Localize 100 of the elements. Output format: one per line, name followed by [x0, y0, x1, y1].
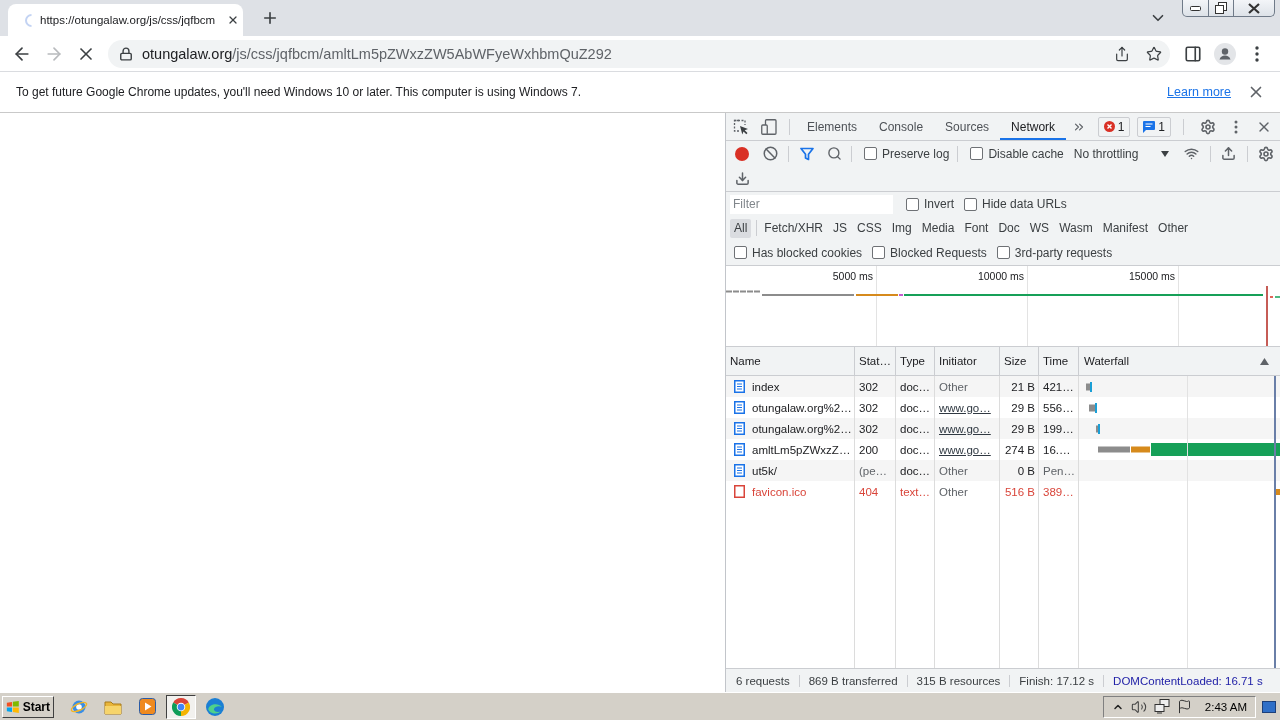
checkbox-label[interactable]: 3rd-party requests — [1014, 245, 1113, 260]
column-header[interactable]: Type — [896, 347, 935, 375]
type-filter-button[interactable]: Fetch/XHR — [760, 218, 828, 238]
error-count-button[interactable]: 1 — [1097, 116, 1131, 137]
checkbox-label[interactable]: Disable cache — [988, 146, 1064, 161]
checkbox[interactable] — [996, 246, 1010, 259]
flag-icon — [1176, 699, 1192, 714]
request-name[interactable]: favicon.ico — [752, 485, 807, 498]
initiator-link[interactable]: www.go… — [939, 401, 991, 414]
checkbox-label[interactable]: Has blocked cookies — [752, 245, 863, 260]
table-cell: text… — [896, 481, 935, 502]
side-panel-icon — [1184, 44, 1202, 63]
inspect-icon — [733, 118, 749, 135]
panel-tab[interactable]: Console — [868, 113, 935, 140]
download-icon — [734, 171, 750, 186]
close-icon — [1248, 2, 1260, 14]
folder-icon — [104, 698, 122, 715]
settings-icon — [1257, 145, 1274, 162]
menu-icon — [1234, 119, 1238, 134]
play-icon — [138, 698, 156, 715]
checkbox[interactable] — [906, 197, 919, 211]
status-text: 869 B transferred — [799, 674, 908, 687]
request-name[interactable]: ut5k/ — [752, 464, 777, 477]
waterfall-bar — [1086, 381, 1092, 392]
message-count-button[interactable]: 1 — [1137, 116, 1171, 137]
tick-label: 10000 ms — [977, 270, 1024, 282]
wifi-icon — [1184, 146, 1200, 161]
filter-icon — [800, 146, 814, 161]
checkbox[interactable] — [970, 147, 984, 160]
column-header[interactable]: Time — [1039, 347, 1079, 375]
start-logo-icon — [6, 699, 20, 714]
waterfall-bar — [1096, 423, 1100, 434]
checkbox-label[interactable]: Blocked Requests — [890, 245, 987, 260]
loading-spinner-icon — [25, 13, 32, 27]
type-filter-button[interactable]: All — [730, 218, 752, 238]
panel-tab[interactable]: Sources — [934, 113, 1001, 140]
tab-title: https://otungalaw.org/js/css/jqfbcm — [40, 14, 217, 26]
status-text: 315 B resources — [907, 674, 1011, 687]
waterfall-bar — [1089, 402, 1097, 413]
checkbox[interactable] — [864, 147, 877, 160]
type-filter-button[interactable]: JS — [829, 218, 852, 238]
initiator-link[interactable]: www.go… — [939, 422, 991, 435]
search-icon — [826, 146, 842, 161]
taskbar-app-button[interactable] — [166, 694, 196, 719]
start-button[interactable]: Start — [2, 695, 54, 718]
request-name[interactable]: otungalaw.org%2… — [752, 422, 852, 435]
plus-icon — [261, 9, 279, 27]
table-cell: 389… — [1039, 481, 1079, 502]
network-icon — [1153, 699, 1170, 714]
checkbox-label[interactable]: Invert — [924, 197, 954, 211]
type-filter-button[interactable]: Wasm — [1055, 218, 1097, 238]
share-icon — [1114, 45, 1130, 62]
table-cell: 404 — [855, 481, 896, 502]
column-header[interactable]: Waterfall — [1079, 347, 1280, 375]
star-icon — [1146, 45, 1162, 62]
throttling-select[interactable]: No throttling — [1071, 141, 1175, 166]
type-filter-button[interactable]: Img — [887, 218, 916, 238]
column-header[interactable]: Initiator — [935, 347, 1000, 375]
desktop-icon — [1262, 700, 1276, 713]
device-icon — [761, 118, 777, 135]
tick-label: 15000 ms — [1128, 270, 1175, 282]
type-filter-button[interactable]: WS — [1025, 218, 1054, 238]
infobar-message: To get future Google Chrome updates, you'll need Windows 10 or later. This computer is using Windows 7. — [16, 85, 582, 99]
type-filter-button[interactable]: Other — [1154, 218, 1193, 238]
menu-icon — [1255, 45, 1259, 62]
filter-field[interactable]: Filter — [730, 194, 893, 214]
checkbox[interactable] — [964, 197, 977, 211]
clock: 2:43 AM — [1204, 700, 1247, 713]
avatar-icon — [1214, 42, 1236, 65]
sort-arrow-icon — [1260, 357, 1269, 365]
status-text: Finish: 17.12 s — [1010, 674, 1105, 687]
checkbox-label[interactable]: Hide data URLs — [982, 197, 1067, 211]
learn-more-link[interactable]: Learn more — [1167, 85, 1231, 99]
settings-icon — [1200, 118, 1216, 135]
restore-icon — [1215, 2, 1227, 14]
status-text: 6 requests — [726, 674, 800, 687]
type-filter-button[interactable]: Manifest — [1098, 218, 1153, 238]
panel-tab[interactable]: Elements — [796, 113, 869, 140]
request-name[interactable]: amltLm5pZWxzZ… — [752, 443, 851, 456]
browser-tab[interactable]: https://otungalaw.org/js/css/jqfbcm — [8, 4, 243, 36]
column-header[interactable]: Stat… — [855, 347, 896, 375]
table-cell: Other — [935, 481, 1000, 502]
caret-down-icon — [1160, 150, 1169, 157]
request-name[interactable]: index — [752, 380, 780, 393]
error-icon — [1103, 121, 1115, 132]
type-filter-button[interactable]: Media — [917, 218, 959, 238]
column-header[interactable]: Size — [1000, 347, 1039, 375]
checkbox[interactable] — [734, 246, 747, 259]
checkbox[interactable] — [872, 246, 886, 259]
type-filter-button[interactable]: CSS — [853, 218, 886, 238]
tick-label: 5000 ms — [832, 270, 873, 282]
column-header[interactable]: Name — [726, 347, 855, 375]
type-filter-button[interactable]: Font — [960, 218, 993, 238]
browser-logo-icon — [172, 697, 190, 716]
type-filter-button[interactable]: Doc — [994, 218, 1024, 238]
checkbox-label[interactable]: Preserve log — [882, 146, 950, 161]
request-name[interactable]: otungalaw.org%2… — [752, 401, 852, 414]
wave-logo-icon — [206, 697, 224, 716]
upload-icon — [1221, 146, 1237, 161]
initiator-link[interactable]: www.go… — [939, 443, 991, 456]
